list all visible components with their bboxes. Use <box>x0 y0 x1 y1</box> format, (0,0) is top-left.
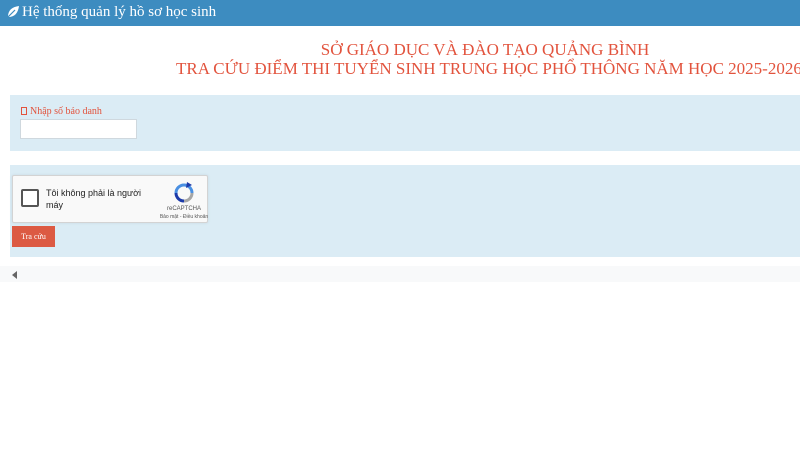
recaptcha-checkbox[interactable] <box>21 189 39 207</box>
recaptcha-links[interactable]: Bảo mật - Điều khoản <box>152 214 216 220</box>
candidate-number-label: Nhập số báo danh <box>21 106 102 117</box>
candidate-number-input[interactable] <box>20 119 137 139</box>
recaptcha-checkbox-label: Tôi không phải là người máy <box>46 188 141 210</box>
recaptcha-logo-icon <box>174 182 194 203</box>
candidate-number-label-text: Nhập số báo danh <box>30 106 102 117</box>
verification-panel: Tôi không phải là người máy reCAPTCHA Bả… <box>10 165 800 257</box>
recaptcha-brand: reCAPTCHA <box>166 206 201 212</box>
candidate-number-panel: Nhập số báo danh <box>10 95 800 151</box>
leaf-icon <box>7 6 19 18</box>
department-title: SỞ GIÁO DỤC VÀ ĐÀO TẠO QUẢNG BÌNH <box>320 40 650 59</box>
search-button[interactable]: Tra cứu <box>12 226 55 247</box>
lookup-title: TRA CỨU ĐIỂM THI TUYỂN SINH TRUNG HỌC PH… <box>176 59 800 78</box>
horizontal-scrollbar[interactable] <box>0 266 800 282</box>
top-navbar: Hệ thống quản lý hồ sơ học sinh <box>0 0 800 26</box>
required-marker-icon <box>21 107 27 115</box>
app-title[interactable]: Hệ thống quản lý hồ sơ học sinh <box>22 4 216 21</box>
recaptcha-widget: Tôi không phải là người máy reCAPTCHA Bả… <box>12 175 208 223</box>
scroll-left-arrow-icon[interactable] <box>12 271 17 279</box>
